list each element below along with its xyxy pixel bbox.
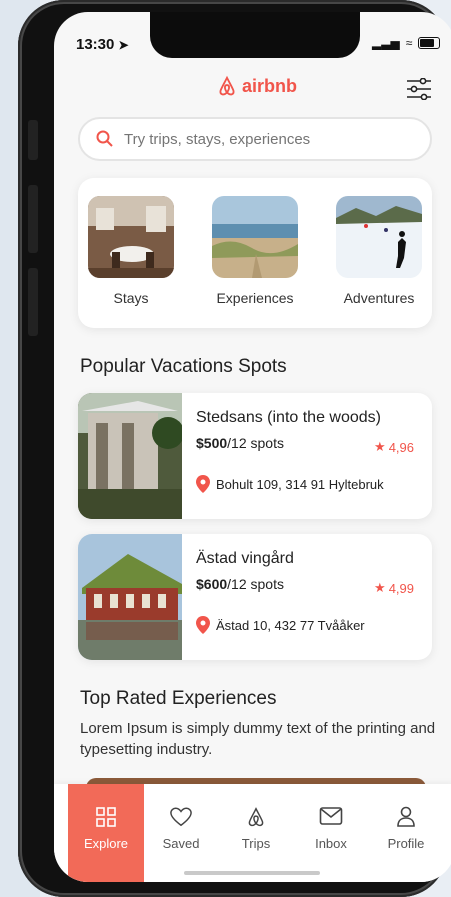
wifi-icon: ≈ xyxy=(405,36,413,50)
section-title-popular: Popular Vacations Spots xyxy=(80,356,287,377)
volume-up-button xyxy=(28,185,38,253)
tab-saved[interactable]: Saved xyxy=(143,784,219,882)
tab-label: Saved xyxy=(162,836,200,851)
spot-name: Ästad vingård xyxy=(196,550,294,567)
location-pin-icon xyxy=(196,616,210,634)
home-indicator[interactable] xyxy=(184,871,320,875)
airbnb-logo-icon xyxy=(219,75,235,96)
spot-photo xyxy=(78,393,184,519)
star-icon: ★ xyxy=(374,580,386,595)
spot-photo xyxy=(78,534,182,660)
airbnb-logo-icon xyxy=(248,807,264,827)
spot-address: Ästad 10, 432 77 Tvååker xyxy=(196,616,365,634)
filter-icon[interactable] xyxy=(406,78,432,100)
search-input[interactable] xyxy=(122,129,426,149)
notch xyxy=(150,12,360,58)
explore-icon xyxy=(96,807,116,827)
star-icon: ★ xyxy=(374,439,386,454)
mute-switch xyxy=(28,120,38,160)
spot-card[interactable]: Ästad vingård $600/12 spots ★ 4,99 Ästad… xyxy=(78,534,432,660)
tab-profile[interactable]: Profile xyxy=(368,784,444,882)
person-icon xyxy=(397,806,415,827)
envelope-icon xyxy=(319,807,343,825)
spot-card[interactable]: Stedsans (into the woods) $500/12 spots … xyxy=(78,393,432,519)
section-title-experiences: Top Rated Experiences xyxy=(80,688,277,709)
spot-price: $500/12 spots xyxy=(196,435,284,451)
volume-down-button xyxy=(28,268,38,336)
category-card: Stays Experiences Adventures xyxy=(78,178,432,328)
search-bar[interactable] xyxy=(78,117,432,161)
spot-address: Bohult 109, 314 91 Hyltebruk xyxy=(196,475,384,493)
tab-inbox[interactable]: Inbox xyxy=(293,784,369,882)
app-screen: 13:30 ➤ ▂▃▅ ≈ airbnb Try trips, stays, e… xyxy=(54,12,451,882)
spot-rating: ★ 4,99 xyxy=(374,580,414,596)
tab-explore[interactable]: Explore xyxy=(68,784,144,882)
search-icon xyxy=(96,130,113,147)
tab-label: Trips xyxy=(241,836,271,851)
tab-label: Explore xyxy=(83,836,129,851)
brand-name: airbnb xyxy=(242,75,298,96)
location-pin-icon xyxy=(196,475,210,493)
tab-label: Inbox xyxy=(315,836,347,851)
status-icons: ▂▃▅ ≈ xyxy=(372,36,441,50)
category-label: Experiences xyxy=(216,290,294,306)
phone-frame: 13:30 ➤ ▂▃▅ ≈ airbnb Try trips, stays, e… xyxy=(18,0,451,897)
spot-price: $600/12 spots xyxy=(196,576,284,592)
category-experiences[interactable]: Experiences xyxy=(210,196,300,306)
battery-icon xyxy=(418,37,441,49)
airbnb-logo[interactable]: airbnb xyxy=(216,75,297,97)
category-adventures[interactable]: Adventures xyxy=(334,196,424,306)
tab-trips[interactable]: Trips xyxy=(218,784,294,882)
location-arrow-icon: ➤ xyxy=(118,38,129,52)
signal-icon: ▂▃▅ xyxy=(372,36,400,50)
category-label: Stays xyxy=(113,290,149,306)
heart-icon xyxy=(170,807,192,827)
ski-photo xyxy=(336,196,422,278)
tab-label: Profile xyxy=(387,836,425,851)
category-label: Adventures xyxy=(343,290,415,306)
status-time: 13:30 ➤ xyxy=(76,36,129,53)
tab-bar: Explore Saved Trips Inbox Profile xyxy=(54,784,451,882)
experiences-description: Lorem Ipsum is simply dummy text of the … xyxy=(80,720,436,758)
spot-name: Stedsans (into the woods) xyxy=(196,409,381,426)
beach-photo xyxy=(212,196,298,278)
category-stays[interactable]: Stays xyxy=(86,196,176,306)
stays-photo xyxy=(88,196,174,278)
spot-rating: ★ 4,96 xyxy=(374,439,414,455)
